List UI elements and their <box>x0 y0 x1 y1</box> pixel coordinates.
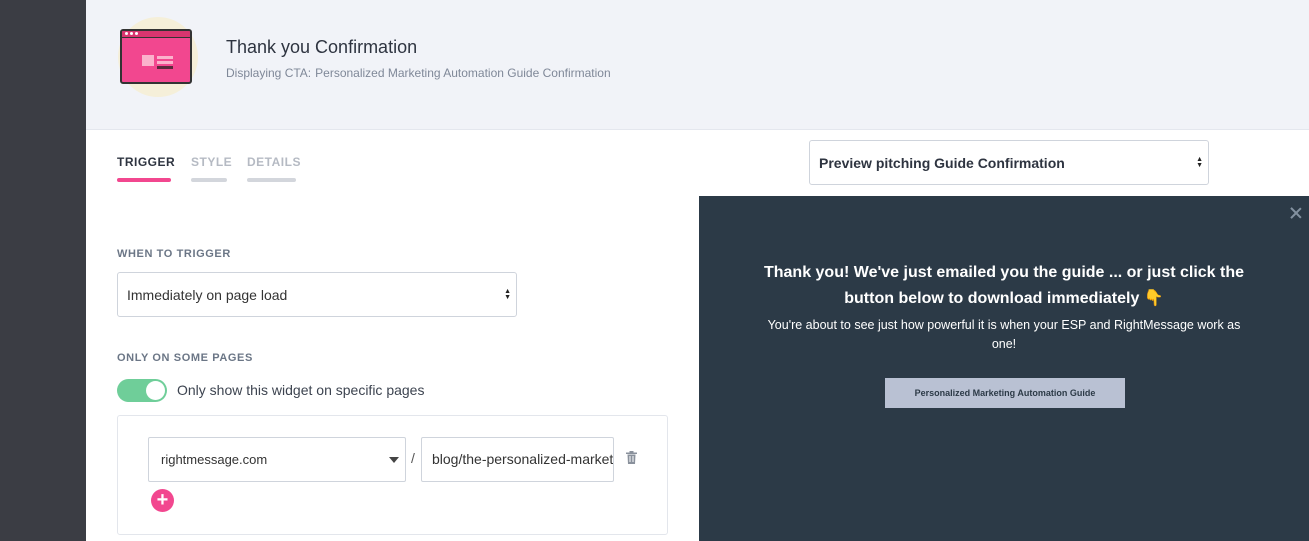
preview-cta-button[interactable]: Personalized Marketing Automation Guide <box>885 378 1125 408</box>
close-icon[interactable] <box>1289 206 1303 220</box>
specific-pages-toggle[interactable] <box>117 379 167 402</box>
preview-select-value: Preview pitching Guide Confirmation <box>819 154 1065 171</box>
preview-body-text: You're about to see just how powerful it… <box>767 318 1241 351</box>
page-subtitle: Displaying CTA: Personalized Marketing Au… <box>226 66 611 80</box>
tab-style[interactable]: STYLE <box>191 155 232 182</box>
browser-window-icon <box>120 29 192 84</box>
widget-preview-panel: Thank you! We've just emailed you the gu… <box>699 196 1309 541</box>
domain-select[interactable]: rightmessage.com <box>148 437 406 482</box>
subtitle-cta-name: Personalized Marketing Automation Guide … <box>315 66 611 80</box>
tab-details[interactable]: DETAILS <box>247 155 300 182</box>
domain-select-value: rightmessage.com <box>161 452 268 467</box>
only-on-some-pages-label: ONLY ON SOME PAGES <box>117 352 253 364</box>
page-title: Thank you Confirmation <box>226 37 418 57</box>
page-path-input[interactable]: blog/the-personalized-marketing-automati… <box>421 437 614 482</box>
subtitle-prefix: Displaying CTA: <box>226 66 312 80</box>
tab-details-label: DETAILS <box>247 155 301 169</box>
when-to-trigger-label: WHEN TO TRIGGER <box>117 248 231 260</box>
trigger-select-value: Immediately on page load <box>127 286 288 303</box>
tab-trigger-label: TRIGGER <box>117 155 176 169</box>
select-arrows-icon: ▲ ▼ <box>1196 155 1203 169</box>
tab-trigger[interactable]: TRIGGER <box>117 155 175 182</box>
preview-select[interactable]: Preview pitching Guide Confirmation ▲ ▼ <box>809 140 1209 185</box>
path-separator: / <box>411 450 415 466</box>
add-page-rule-button[interactable]: + <box>151 489 174 512</box>
preview-heading: Thank you! We've just emailed you the gu… <box>763 264 1245 307</box>
toggle-knob <box>146 381 165 400</box>
trash-icon[interactable] <box>626 451 637 464</box>
tab-style-label: STYLE <box>191 155 233 169</box>
specific-pages-toggle-label: Only show this widget on specific pages <box>177 382 425 398</box>
left-sidebar <box>0 0 86 541</box>
page-header: Thank you Confirmation Displaying CTA: Pe… <box>86 0 1309 130</box>
trigger-select[interactable]: Immediately on page load ▲ ▼ <box>117 272 517 317</box>
chevron-down-icon <box>389 457 399 463</box>
page-rules-box: rightmessage.com / blog/the-personalized… <box>117 415 668 535</box>
select-arrows-icon: ▲ ▼ <box>504 287 511 301</box>
